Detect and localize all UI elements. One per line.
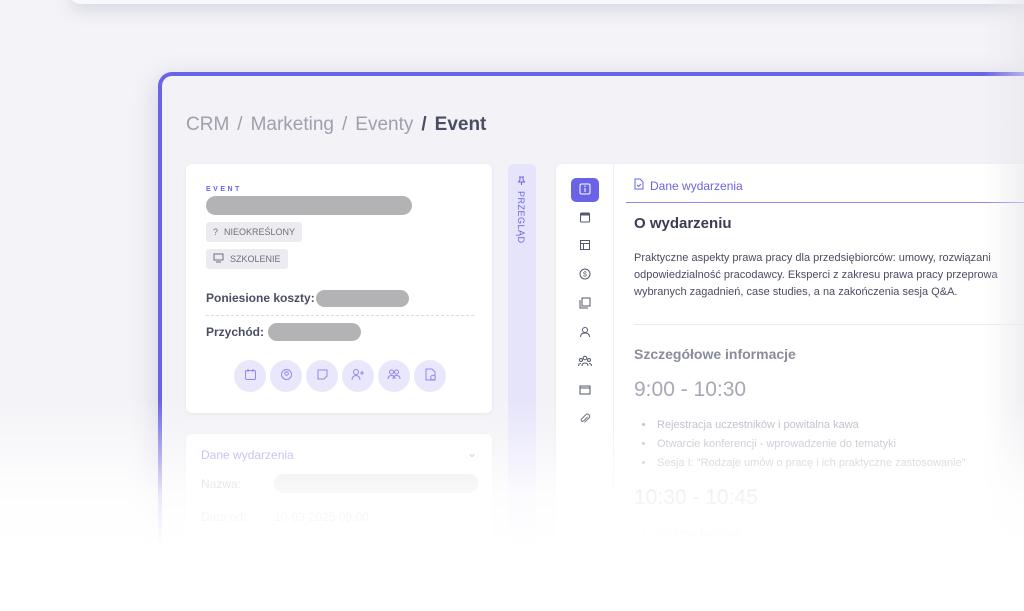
costs-label: Poniesione koszty:	[206, 291, 315, 305]
contact-button[interactable]	[270, 360, 302, 392]
tab-overview[interactable]: PRZEGLĄD	[508, 164, 536, 611]
users-icon	[387, 368, 401, 384]
tab-event-data-label: Dane wydarzenia	[650, 178, 743, 193]
event-details-card: Dane wydarzenia ⌄ Nazwa: Data od: 10-03-…	[186, 434, 492, 611]
layout-section-button[interactable]	[571, 234, 599, 258]
section-icon-rail: $	[556, 164, 614, 611]
layout-icon	[579, 239, 591, 254]
schedule-item: Przerwa kawowa	[642, 524, 740, 543]
description-line: Praktyczne aspekty prawa pracy dla przed…	[634, 252, 991, 264]
schedule-items: Przerwa kawowa	[642, 524, 740, 543]
window-section-button[interactable]	[571, 379, 599, 403]
background-window	[70, 0, 1024, 4]
file-clock-icon	[424, 368, 437, 384]
svg-text:$: $	[583, 271, 587, 278]
details-heading: Szczegółowe informacje	[634, 346, 796, 362]
info-section-button[interactable]	[571, 178, 599, 202]
breadcrumb-crm[interactable]: CRM	[186, 114, 229, 136]
person-section-button[interactable]	[571, 321, 599, 345]
dollar-icon: $	[579, 268, 591, 283]
schedule-time: 10:30 - 10:45	[634, 486, 758, 509]
browser-icon	[579, 384, 591, 399]
note-icon	[316, 368, 329, 384]
breadcrumb-eventy[interactable]: Eventy	[355, 114, 413, 136]
file-button[interactable]	[414, 360, 446, 392]
presentation-icon	[213, 253, 224, 265]
section-content: Dane wydarzenia O wydarzeniu Praktyczne …	[614, 164, 1024, 611]
main-panel: $ Dane wydarzenia O wydarzeniu Praktyczn…	[556, 164, 1024, 611]
chevron-down-icon[interactable]: ⌄	[467, 446, 477, 460]
calendar-icon	[244, 368, 257, 384]
tab-underline	[626, 202, 1024, 203]
copy-icon	[579, 297, 591, 312]
info-icon	[579, 183, 591, 198]
pin-icon	[516, 176, 526, 185]
breadcrumb-separator: /	[237, 114, 243, 135]
revenue-label: Przychód:	[206, 325, 265, 339]
details-title[interactable]: Dane wydarzenia	[201, 448, 294, 462]
calendar-section-button[interactable]	[571, 206, 599, 230]
breadcrumb-separator: /	[421, 114, 427, 135]
document-icon	[634, 178, 644, 193]
users-icon	[578, 355, 592, 370]
about-heading: O wydarzeniu	[634, 215, 732, 232]
group-button[interactable]	[378, 360, 410, 392]
user-badge-icon	[280, 368, 293, 384]
schedule-time: 9:00 - 10:30	[634, 378, 747, 401]
attachments-section-button[interactable]	[571, 408, 599, 432]
tab-overview-label: PRZEGLĄD	[516, 191, 526, 244]
divider	[634, 324, 1024, 325]
note-button[interactable]	[306, 360, 338, 392]
event-description: Praktyczne aspekty prawa pracy dla przed…	[634, 250, 1024, 301]
calendar-icon	[579, 211, 591, 226]
status-tag[interactable]: ? NIEOKREŚLONY	[206, 222, 303, 242]
status-tag-label: NIEOKREŚLONY	[224, 227, 296, 237]
add-participant-button[interactable]	[342, 360, 374, 392]
documents-section-button[interactable]	[571, 292, 599, 316]
breadcrumb-marketing[interactable]: Marketing	[251, 114, 334, 136]
user-plus-icon	[351, 368, 365, 384]
finance-section-button[interactable]: $	[571, 263, 599, 287]
event-summary-card: EVENT ? NIEOKREŚLONY SZKOLENIE Poniesion…	[186, 164, 492, 413]
breadcrumb-current: Event	[434, 114, 487, 135]
paperclip-icon	[579, 413, 591, 428]
description-line: wybranych zagadnień, case studies, a na …	[634, 286, 958, 298]
tab-overview-content: PRZEGLĄD	[516, 176, 526, 244]
schedule-item: Otwarcie konferencji - wprowadzenie do t…	[642, 435, 966, 454]
name-value-placeholder	[274, 474, 478, 493]
calendar-add-button[interactable]	[234, 360, 266, 392]
divider	[206, 315, 474, 316]
event-title-placeholder	[206, 196, 412, 215]
tab-event-data[interactable]: Dane wydarzenia	[634, 178, 743, 193]
action-buttons	[234, 360, 446, 392]
breadcrumb-separator: /	[341, 114, 348, 135]
event-type-label: EVENT	[206, 186, 242, 193]
question-icon: ?	[213, 227, 219, 237]
schedule-items: Rejestracja uczestników i powitalna kawa…	[642, 416, 966, 473]
participants-section-button[interactable]	[571, 350, 599, 374]
schedule-item: Sesja I: "Rodzaje umów o pracę i ich pra…	[642, 454, 966, 473]
name-label: Nazwa:	[201, 477, 242, 491]
type-tag[interactable]: SZKOLENIE	[206, 249, 288, 269]
costs-value-placeholder	[316, 290, 409, 307]
schedule-item: Rejestracja uczestników i powitalna kawa	[642, 416, 966, 435]
date-from-label: Data od:	[201, 510, 247, 524]
app-window: CRM / Marketing / Eventy / Event EVENT ?…	[158, 72, 1024, 611]
revenue-value-placeholder	[268, 323, 361, 341]
type-tag-label: SZKOLENIE	[230, 254, 281, 264]
description-line: odpowiedzialność pracodawcy. Eksperci z …	[634, 269, 998, 281]
breadcrumb: CRM / Marketing / Eventy / Event	[186, 114, 486, 136]
user-icon	[579, 326, 591, 341]
date-from-value: 10-03-2025 09:00	[274, 510, 369, 524]
